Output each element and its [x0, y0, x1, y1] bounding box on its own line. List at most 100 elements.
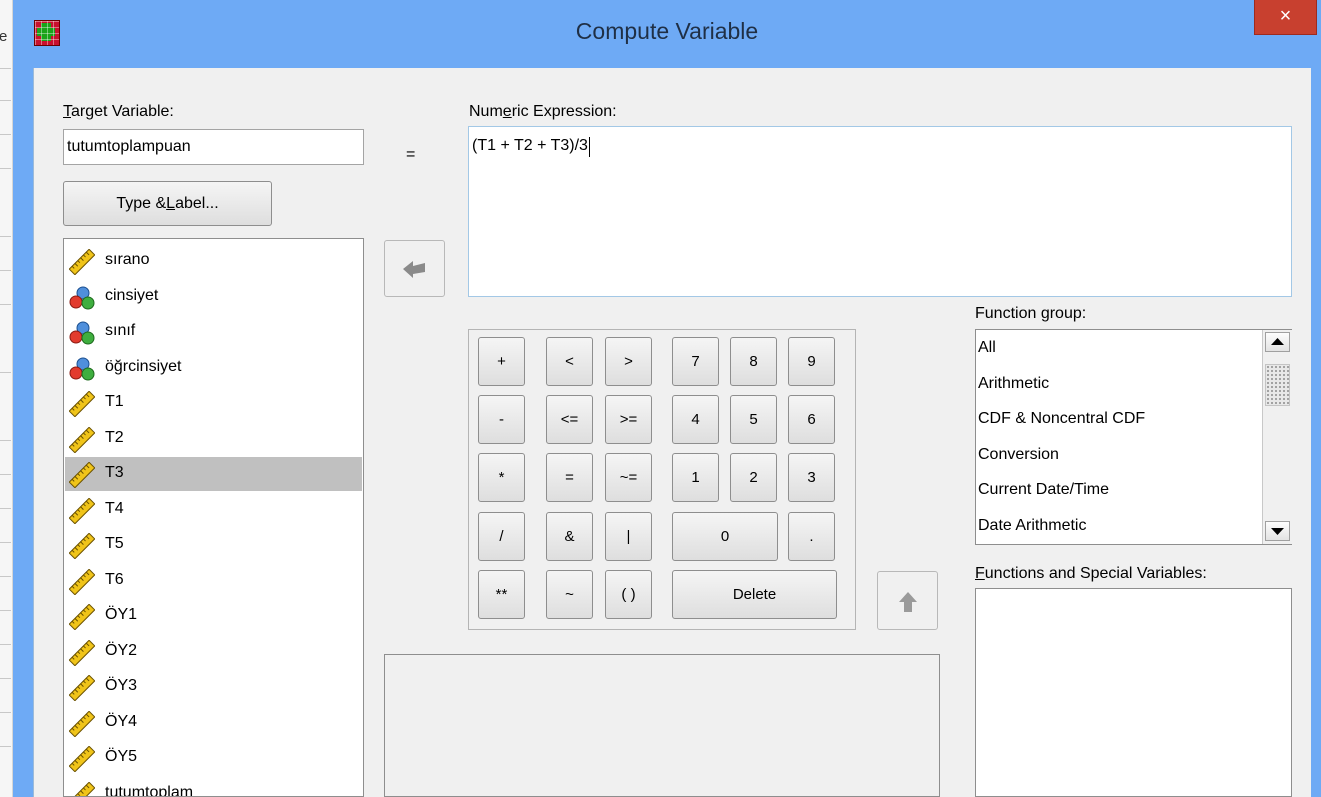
key-op-3-2[interactable]: |	[605, 512, 652, 561]
key-digit-4[interactable]: 4	[672, 395, 719, 444]
background-grid-line	[0, 644, 11, 645]
function-group-item[interactable]: Arithmetic	[978, 375, 1049, 393]
key-label: 0	[720, 528, 730, 545]
key-op-1-2[interactable]: >=	[605, 395, 652, 444]
key-op-4-1[interactable]: ~	[546, 570, 593, 619]
key-op-2-0[interactable]: *	[478, 453, 525, 502]
scroll-down-button[interactable]	[1265, 521, 1290, 541]
function-group-item[interactable]: CDF & Noncentral CDF	[978, 410, 1145, 428]
variable-item-öy2[interactable]: ÖY2	[65, 635, 362, 669]
key-op-1-1[interactable]: <=	[546, 395, 593, 444]
type-label-text-b: L	[166, 194, 176, 212]
variable-item-t4[interactable]: T4	[65, 493, 362, 527]
key-label: **	[495, 586, 508, 603]
key-op-4-0[interactable]: **	[478, 570, 525, 619]
variable-name: cinsiyet	[105, 286, 159, 304]
key-digit-3[interactable]: 3	[788, 453, 835, 502]
variable-item-cinsiyet[interactable]: cinsiyet	[65, 280, 362, 314]
variable-item-t1[interactable]: T1	[65, 386, 362, 420]
key-decimal-point[interactable]: .	[788, 512, 835, 561]
variable-item-t6[interactable]: T6	[65, 564, 362, 598]
close-button[interactable]: ×	[1254, 0, 1317, 35]
scrollbar-thumb[interactable]	[1265, 364, 1290, 406]
ruler-icon	[68, 248, 96, 276]
variable-item-t2[interactable]: T2	[65, 422, 362, 456]
window-title: Compute Variable	[575, 18, 759, 44]
key-digit-1[interactable]: 1	[672, 453, 719, 502]
key-label: 1	[691, 469, 700, 486]
functions-list[interactable]	[975, 588, 1292, 797]
target-variable-input[interactable]: tutumtoplampuan	[63, 129, 364, 165]
type-label-text-c: abel...	[175, 194, 219, 212]
variable-item-öy1[interactable]: ÖY1	[65, 599, 362, 633]
function-group-item[interactable]: All	[978, 339, 996, 357]
ruler-icon	[68, 532, 96, 560]
key-op-0-0[interactable]: +	[478, 337, 525, 386]
key-label: ( )	[621, 586, 636, 603]
nominal-balls-icon	[69, 320, 95, 346]
variable-name: ÖY2	[105, 641, 138, 659]
ruler-icon	[68, 568, 96, 595]
variable-item-t5[interactable]: T5	[65, 528, 362, 562]
key-digit-8[interactable]: 8	[730, 337, 777, 386]
arrow-up-icon	[899, 592, 917, 612]
key-label: >	[624, 353, 633, 370]
variable-item-tutumtoplam[interactable]: tutumtoplam	[65, 777, 362, 797]
arrow-left-icon	[403, 261, 425, 278]
background-text-fragment: e	[0, 28, 8, 45]
variable-name: T4	[105, 499, 124, 517]
function-group-item[interactable]: Conversion	[978, 446, 1059, 464]
target-variable-label: Target Variable:	[63, 103, 174, 120]
key-digit-7[interactable]: 7	[672, 337, 719, 386]
key-label: 2	[749, 469, 758, 486]
variable-item-öy3[interactable]: ÖY3	[65, 670, 362, 704]
key-op-3-1[interactable]: &	[546, 512, 593, 561]
function-group-scrollbar[interactable]	[1262, 330, 1292, 544]
variable-list[interactable]: sırano cinsiyet sınıf öğrcinsiyet T1 T2 T3 T4 T5…	[63, 238, 364, 797]
function-group-list[interactable]: All Arithmetic CDF & Noncentral CDF Convers…	[975, 329, 1292, 545]
function-group-item[interactable]: Current Date/Time	[978, 481, 1109, 499]
key-op-2-1[interactable]: =	[546, 453, 593, 502]
variable-item-öy4[interactable]: ÖY4	[65, 706, 362, 740]
ruler-icon	[68, 781, 96, 796]
key-digit-9[interactable]: 9	[788, 337, 835, 386]
function-group-item[interactable]: Date Arithmetic	[978, 517, 1086, 535]
type-label-button[interactable]: Type & Label...	[63, 181, 272, 226]
key-op-2-2[interactable]: ~=	[605, 453, 652, 502]
background-grid-line	[0, 236, 11, 237]
ruler-icon	[68, 603, 96, 631]
key-digit-5[interactable]: 5	[730, 395, 777, 444]
delete-button[interactable]: Delete	[672, 570, 837, 619]
scroll-up-button[interactable]	[1265, 332, 1290, 352]
variable-name: sınıf	[105, 322, 136, 339]
ruler-icon	[68, 426, 96, 453]
equals-sign: =	[406, 146, 416, 163]
insert-function-button[interactable]	[877, 571, 938, 630]
variable-item-t3[interactable]: T3	[65, 457, 362, 491]
key-op-4-2[interactable]: ( )	[605, 570, 652, 619]
variable-item-öy5[interactable]: ÖY5	[65, 741, 362, 775]
ruler-icon	[68, 461, 96, 489]
insert-variable-button[interactable]	[384, 240, 445, 297]
variable-name: ÖY1	[105, 606, 138, 623]
ruler-icon	[68, 639, 96, 666]
key-label: /	[499, 528, 504, 545]
key-op-0-2[interactable]: >	[605, 337, 652, 386]
key-digit-0[interactable]: 0	[672, 512, 778, 561]
key-op-3-0[interactable]: /	[478, 512, 525, 561]
key-digit-6[interactable]: 6	[788, 395, 835, 444]
variable-item-sırano[interactable]: sırano	[65, 244, 362, 278]
key-label: >=	[619, 411, 638, 428]
key-label: |	[626, 528, 631, 545]
variable-item-sınıf[interactable]: sınıf	[65, 315, 362, 349]
variable-item-öğrcinsiyet[interactable]: öğrcinsiyet	[65, 351, 362, 385]
variable-name: tutumtoplam	[105, 783, 194, 797]
key-digit-2[interactable]: 2	[730, 453, 777, 502]
background-grid-line	[0, 168, 11, 169]
numeric-expression-input[interactable]: (T1 + T2 + T3)/3	[468, 126, 1292, 297]
key-op-1-0[interactable]: -	[478, 395, 525, 444]
background-grid-line	[0, 134, 11, 135]
key-label: 8	[749, 353, 758, 370]
key-op-0-1[interactable]: <	[546, 337, 593, 386]
background-window-edge: e	[0, 0, 13, 797]
